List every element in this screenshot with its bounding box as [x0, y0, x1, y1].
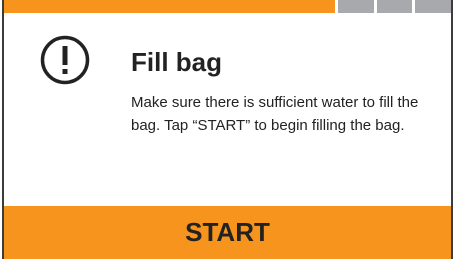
progress-fill — [4, 0, 335, 13]
progress-segment — [412, 0, 451, 13]
progress-segment — [373, 0, 413, 13]
alert-circle-icon — [40, 35, 90, 85]
screen: Fill bag Make sure there is sufficient w… — [0, 0, 455, 259]
progress-segment — [335, 0, 374, 13]
dialog-title: Fill bag — [131, 47, 222, 77]
progress-bar — [4, 0, 451, 13]
dialog-message: Make sure there is sufficient water to f… — [131, 94, 419, 134]
dialog-frame: Fill bag Make sure there is sufficient w… — [2, 0, 453, 259]
start-button[interactable]: START — [4, 206, 451, 259]
dialog-content: Fill bag Make sure there is sufficient w… — [4, 13, 451, 206]
